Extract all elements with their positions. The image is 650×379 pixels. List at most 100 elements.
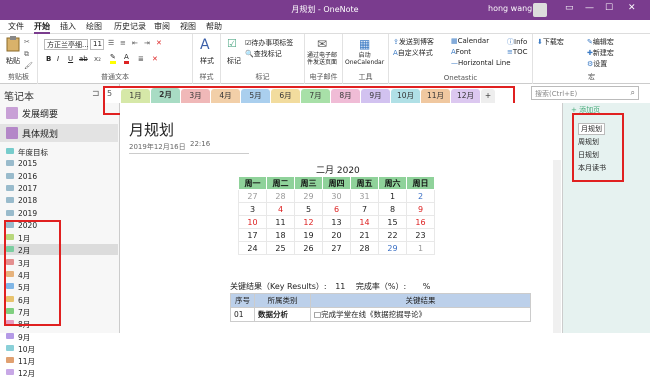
calendar-day[interactable]: 8 [378, 202, 407, 216]
calendar-day[interactable]: 28 [266, 189, 295, 203]
menu-history[interactable]: 历史记录 [114, 21, 146, 32]
new-macro-button[interactable]: ✚新建宏 [587, 48, 614, 58]
calendar-day[interactable]: 13 [322, 215, 351, 229]
bold-button[interactable]: B [46, 55, 51, 63]
avatar[interactable] [533, 3, 547, 17]
pin-icon[interactable]: ⊐ [92, 89, 100, 99]
font-size-select[interactable]: 11 [90, 39, 104, 50]
section-item[interactable]: 2016 [0, 171, 118, 182]
close-icon[interactable]: ✕ [628, 3, 636, 13]
font-button[interactable]: AFont [451, 48, 471, 56]
menu-insert[interactable]: 插入 [60, 21, 76, 32]
section-item[interactable]: 10月 [0, 343, 118, 354]
calendar-day[interactable]: 23 [406, 228, 435, 242]
calendar-day[interactable]: 15 [378, 215, 407, 229]
styles-button[interactable]: 样式 [200, 56, 214, 66]
search-icon[interactable]: ⌕ [631, 88, 635, 98]
download-macro-button[interactable]: ⬇下载宏 [537, 37, 564, 47]
calendar-day[interactable]: 29 [294, 189, 323, 203]
ribbon-display-icon[interactable]: ▭ [565, 3, 574, 13]
section-item[interactable]: 11月 [0, 355, 118, 366]
clear-format-icon[interactable]: ✕ [156, 39, 162, 47]
tag-icon[interactable]: ☑ [227, 37, 237, 50]
section-item[interactable]: 2018 [0, 195, 118, 206]
section-item[interactable]: 2019 [0, 208, 118, 219]
section-item[interactable]: 年度目标 [0, 146, 118, 157]
bullets-icon[interactable]: ☰ [108, 39, 114, 47]
calendar-day[interactable]: 3 [238, 202, 267, 216]
maximize-icon[interactable]: ☐ [605, 3, 613, 13]
menu-draw[interactable]: 绘图 [86, 21, 102, 32]
section-item[interactable]: 2017 [0, 183, 118, 194]
calendar-day[interactable]: 28 [350, 241, 379, 255]
align-icon[interactable]: ≣ [138, 55, 144, 63]
calendar-day[interactable]: 24 [238, 241, 267, 255]
email-page-button[interactable]: 通过电子邮 件发送页面 [307, 52, 337, 66]
tag-button[interactable]: 标记 [227, 56, 241, 66]
page-canvas[interactable]: 月规划 2019年12月16日 22:16 二月 2020 周一 周二 周三 周四 周五… [120, 103, 562, 333]
calendar-day[interactable]: 30 [322, 189, 351, 203]
calendar-day[interactable]: 9 [406, 202, 435, 216]
calendar-day[interactable]: 17 [238, 228, 267, 242]
section-item[interactable]: 2015 [0, 158, 118, 169]
page-title[interactable]: 月规划 [129, 119, 174, 140]
section-item[interactable]: 9月 [0, 331, 118, 342]
strikethrough-icon[interactable]: ab [79, 55, 88, 63]
menu-view[interactable]: 视图 [180, 21, 196, 32]
info-button[interactable]: ⓘInfo [507, 37, 527, 47]
cell-key-result[interactable]: □完成学堂在线《数据挖掘导论》 [310, 307, 531, 322]
section-item[interactable]: 12月 [0, 367, 118, 378]
cut-icon[interactable]: ✂ [24, 38, 30, 46]
calendar-day[interactable]: 26 [294, 241, 323, 255]
calendar-day[interactable]: 12 [294, 215, 323, 229]
decrease-indent-icon[interactable]: ⇤ [132, 39, 138, 47]
calendar-day[interactable]: 29 [378, 241, 407, 255]
copy-icon[interactable]: ⧉ [24, 50, 29, 59]
italic-button[interactable]: I [57, 55, 59, 63]
format-painter-icon[interactable]: 🖌 [24, 62, 33, 70]
calendar-day[interactable]: 14 [350, 215, 379, 229]
calendar-day[interactable]: 21 [350, 228, 379, 242]
settings-button[interactable]: ⚙设置 [587, 59, 607, 69]
minimize-icon[interactable]: — [585, 3, 594, 13]
calendar-day[interactable]: 11 [266, 215, 295, 229]
find-tag-button[interactable]: 🔍查找标记 [245, 49, 282, 59]
increase-indent-icon[interactable]: ⇥ [144, 39, 150, 47]
calendar-day[interactable]: 20 [322, 228, 351, 242]
subscript-icon[interactable]: x₂ [94, 55, 101, 63]
menu-home[interactable]: 开始 [34, 21, 50, 34]
calendar-day[interactable]: 27 [322, 241, 351, 255]
calendar-button[interactable]: ▦Calendar [451, 37, 489, 45]
notebook-item[interactable]: 具体规划 [0, 124, 118, 142]
font-color-icon[interactable]: A [124, 53, 129, 64]
cell-category[interactable]: 数据分析 [254, 307, 311, 322]
delete-icon[interactable]: ✕ [152, 55, 158, 63]
calendar-day[interactable]: 27 [238, 189, 267, 203]
calendar-day[interactable]: 22 [378, 228, 407, 242]
edit-macro-button[interactable]: ✎编辑宏 [587, 37, 614, 47]
custom-style-button[interactable]: A自定义样式 [393, 48, 433, 58]
paste-button[interactable] [6, 36, 20, 52]
vertical-scrollbar[interactable] [553, 160, 561, 333]
calendar-day[interactable]: 1 [378, 189, 407, 203]
calendar-day[interactable]: 1 [406, 241, 435, 255]
calendar-day[interactable]: 31 [350, 189, 379, 203]
underline-button[interactable]: U [68, 55, 73, 63]
calendar-day[interactable]: 18 [266, 228, 295, 242]
notebook-item[interactable]: 发展纲要 [0, 104, 118, 122]
menu-help[interactable]: 帮助 [206, 21, 222, 32]
menu-file[interactable]: 文件 [8, 21, 24, 32]
calendar-day[interactable]: 10 [238, 215, 267, 229]
toc-button[interactable]: ≡TOC [507, 48, 528, 56]
calendar-day[interactable]: 4 [266, 202, 295, 216]
todo-tag-button[interactable]: ☑待办事项标签 [245, 38, 293, 48]
envelope-icon[interactable]: ✉ [317, 37, 327, 51]
calendar-day[interactable]: 19 [294, 228, 323, 242]
cell-index[interactable]: 01 [230, 307, 255, 322]
calendar-icon[interactable]: ▦ [359, 37, 370, 51]
numbering-icon[interactable]: ≡ [120, 39, 126, 47]
calendar-day[interactable]: 6 [322, 202, 351, 216]
styles-icon[interactable]: A [200, 37, 210, 53]
horizontal-line-button[interactable]: —Horizontal Line [451, 59, 511, 67]
calendar-day[interactable]: 7 [350, 202, 379, 216]
